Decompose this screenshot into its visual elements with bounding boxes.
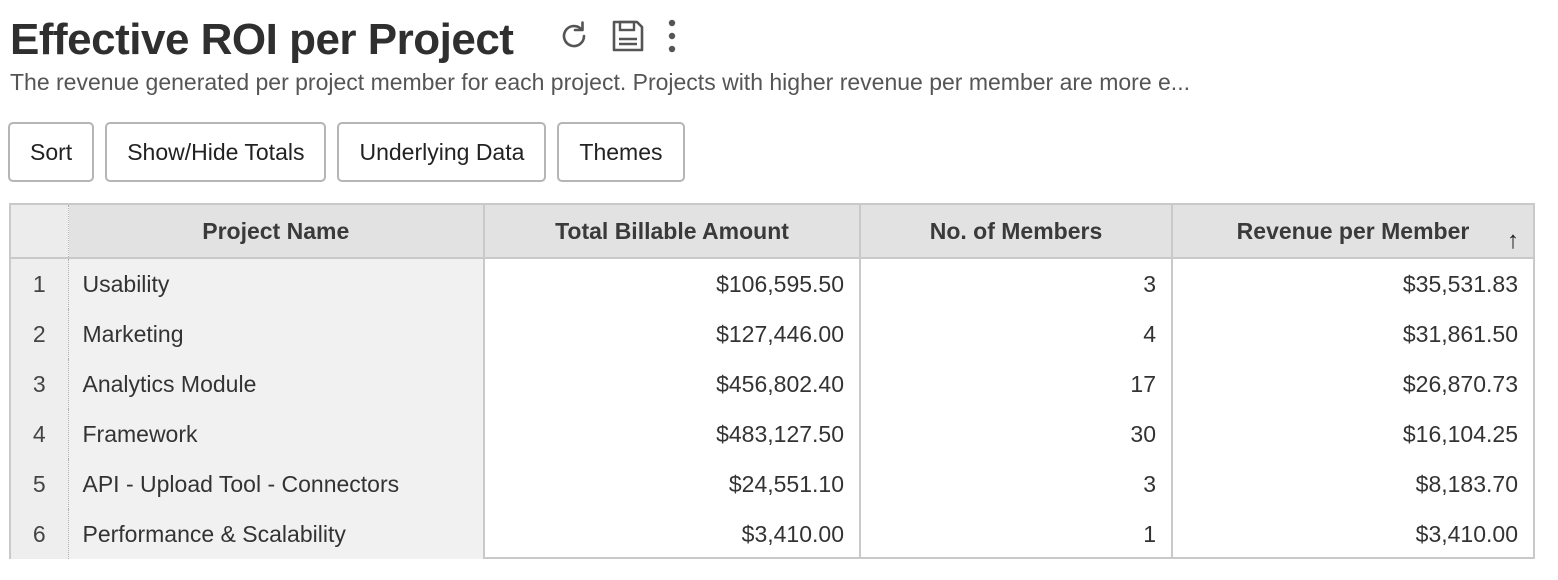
members-cell: 4 [860, 309, 1173, 359]
members-cell: 30 [860, 409, 1173, 459]
title-row: Effective ROI per Project [10, 10, 679, 70]
billable-amount-cell: $106,595.50 [484, 258, 861, 309]
more-vertical-icon[interactable] [665, 18, 679, 54]
project-name-cell: Analytics Module [68, 359, 485, 409]
toolbar: Sort Show/Hide Totals Underlying Data Th… [8, 122, 685, 182]
column-header-label: Revenue per Member [1236, 217, 1470, 244]
row-number-header [11, 205, 69, 259]
revenue-cell: $3,410.00 [1415, 520, 1518, 547]
table-row[interactable]: 4 Framework $483,127.50 30 $16,104.25 [11, 409, 1533, 459]
sort-ascending-icon[interactable]: ↑ [1507, 227, 1519, 255]
revenue-cell: $8,183.70 [1415, 470, 1518, 497]
report-page: Effective ROI per Project The revenue ge… [0, 0, 1558, 580]
billable-amount-cell: $483,127.50 [484, 409, 861, 459]
project-name-cell: Framework [68, 409, 485, 459]
billable-amount-cell: $127,446.00 [484, 309, 861, 359]
show-hide-totals-button[interactable]: Show/Hide Totals [105, 122, 327, 182]
project-name-cell: Usability [68, 258, 485, 309]
table-header-row: Project Name Total Billable Amount No. o… [11, 205, 1533, 259]
title-actions [557, 18, 679, 54]
column-header-revenue-per-member[interactable]: Revenue per Member ↑ [1172, 205, 1533, 259]
page-title: Effective ROI per Project [10, 15, 514, 64]
billable-amount-cell: $24,551.10 [484, 459, 861, 509]
row-number: 4 [11, 409, 69, 459]
row-number: 5 [11, 459, 69, 509]
pivot-table: Project Name Total Billable Amount No. o… [9, 203, 1535, 559]
save-icon[interactable] [611, 19, 645, 53]
members-cell: 17 [860, 359, 1173, 409]
table-row[interactable]: 2 Marketing $127,446.00 4 $31,861.50 [11, 309, 1533, 359]
project-name-cell: Marketing [68, 309, 485, 359]
column-header-members[interactable]: No. of Members [860, 205, 1173, 259]
billable-amount-cell: $456,802.40 [484, 359, 861, 409]
sort-button[interactable]: Sort [8, 122, 95, 182]
data-table: Project Name Total Billable Amount No. o… [11, 205, 1533, 559]
table-row[interactable]: 5 API - Upload Tool - Connectors $24,551.1… [11, 459, 1533, 509]
column-header-project-name[interactable]: Project Name [68, 205, 485, 259]
project-name-cell: API - Upload Tool - Connectors [68, 459, 485, 509]
row-number: 6 [11, 509, 69, 559]
underlying-data-button[interactable]: Underlying Data [337, 122, 547, 182]
members-cell: 3 [860, 459, 1173, 509]
row-number: 1 [11, 258, 69, 309]
members-cell: 3 [860, 258, 1173, 309]
members-cell: 1 [860, 509, 1173, 559]
row-number: 2 [11, 309, 69, 359]
table-row[interactable]: 3 Analytics Module $456,802.40 17 $26,870.73 [11, 359, 1533, 409]
themes-button[interactable]: Themes [557, 122, 685, 182]
revenue-cell: $35,531.83 [1402, 270, 1518, 297]
table-row[interactable]: 1 Usability $106,595.50 3 $35,531.83 [11, 258, 1533, 309]
revenue-cell: $31,861.50 [1402, 320, 1518, 347]
report-description: The revenue generated per project member… [10, 69, 1190, 95]
revenue-cell: $26,870.73 [1402, 370, 1518, 397]
table-body: 1 Usability $106,595.50 3 $35,531.83 2 Marketi… [11, 258, 1533, 559]
refresh-icon[interactable] [557, 19, 591, 53]
project-name-cell: Performance & Scalability [68, 509, 485, 559]
column-header-total-billable[interactable]: Total Billable Amount [484, 205, 861, 259]
row-number: 3 [11, 359, 69, 409]
billable-amount-cell: $3,410.00 [484, 509, 861, 559]
table-row[interactable]: 6 Performance & Scalability $3,410.00 1 $3,4… [11, 509, 1533, 559]
revenue-cell: $16,104.25 [1402, 420, 1518, 447]
